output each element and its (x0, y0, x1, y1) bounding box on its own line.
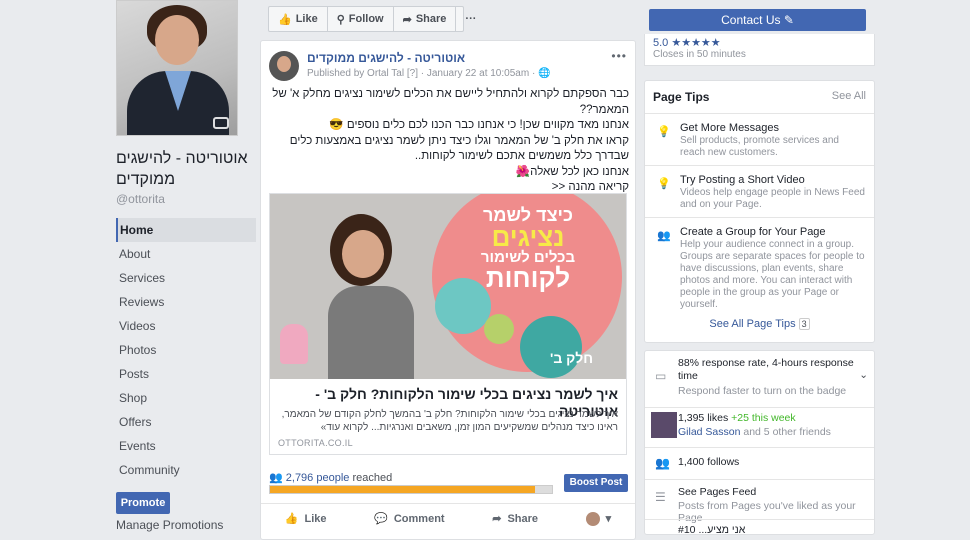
page-nav: Home About Services Reviews Videos Photo… (116, 218, 256, 482)
post-comment-button[interactable]: 💬 Comment (374, 512, 444, 526)
link-image[interactable]: כיצד לשמר נציגים בכלים לשימור לקוחות חלק… (270, 194, 626, 379)
nav-about[interactable]: About (116, 242, 256, 266)
camera-icon[interactable] (213, 117, 229, 129)
more-button[interactable]: ··· (456, 7, 485, 31)
post-meta: Published by Ortal Tal [?] · January 22 … (307, 68, 551, 79)
post-page-name[interactable]: אוטוריטה - להישגים ממוקדים (307, 51, 465, 65)
nav-reviews[interactable]: Reviews (116, 290, 256, 314)
page-tips-panel: Page Tips See All 💡 Get More Messages Se… (644, 80, 875, 343)
post-as-selector[interactable]: ▾ (585, 511, 612, 526)
group-icon: 👥 (657, 230, 671, 242)
page-title: אוטוריטה - להישגים ממוקדים (116, 150, 248, 188)
post-text: כבר הספקתם לקרוא ולהתחיל ליישם את הכלים … (272, 88, 629, 193)
post-actions: 👍 Like 💬 Comment ➦ Share ▾ (261, 503, 635, 533)
rating-score[interactable]: 5.0 ★★★★★ (653, 36, 721, 49)
see-all-link[interactable]: See All (832, 90, 866, 102)
lightbulb-icon: 💡 (657, 178, 671, 190)
link-preview[interactable]: כיצד לשמר נציגים בכלים לשימור לקוחות חלק… (269, 193, 627, 455)
nav-posts[interactable]: Posts (116, 362, 256, 386)
boost-post-button[interactable]: Boost Post (564, 474, 628, 492)
nav-home[interactable]: Home (116, 218, 256, 242)
cupcake-icon (280, 324, 308, 364)
feed-icon: ☰ (655, 490, 666, 504)
likes-row[interactable]: 1,395 likes +25 this week Gilad Sasson a… (645, 407, 874, 438)
thumbs-up-icon: 👍 (284, 513, 299, 525)
see-all-page-tips-link[interactable]: See All Page Tips 3 (645, 318, 874, 330)
share-icon: ➦ (402, 13, 412, 26)
post-options-button[interactable]: ••• (611, 49, 627, 63)
comment-icon: 💬 (374, 513, 388, 525)
avatar (585, 511, 600, 526)
lightbulb-icon: 💡 (657, 126, 671, 138)
post-share-button[interactable]: ➦ Share (492, 512, 538, 526)
message-icon: ▭ (655, 369, 667, 383)
reach-stats[interactable]: 👥 2,796 people reached (269, 471, 392, 484)
post-avatar[interactable] (269, 51, 299, 81)
tip-get-messages[interactable]: 💡 Get More Messages Sell products, promo… (645, 113, 874, 167)
nav-community[interactable]: Community (116, 458, 256, 482)
tip-short-video[interactable]: 💡 Try Posting a Short Video Videos help … (645, 165, 874, 219)
thumbs-up-icon: 👍 (278, 13, 292, 26)
link-domain: OTTORITA.CO.IL (278, 438, 353, 448)
page-handle[interactable]: @ottorita (116, 192, 256, 206)
promote-button[interactable]: Promote (116, 492, 170, 514)
nav-events[interactable]: Events (116, 434, 256, 458)
nav-offers[interactable]: Offers (116, 410, 256, 434)
nav-services[interactable]: Services (116, 266, 256, 290)
hours-status: Closes in 50 minutes (653, 49, 746, 60)
page-action-bar: 👍 Like ⚲ Follow ➦ Share ··· (268, 6, 476, 32)
follow-button[interactable]: ⚲ Follow (328, 7, 394, 31)
share-page-button[interactable]: ➦ Share (394, 7, 457, 31)
people-icon: 👥 (655, 456, 670, 470)
like-page-button[interactable]: 👍 Like (269, 7, 328, 31)
manage-promotions-link[interactable]: Manage Promotions (116, 518, 256, 532)
contact-us-button[interactable]: Contact Us ✎ (649, 9, 866, 31)
nav-videos[interactable]: Videos (116, 314, 256, 338)
share-icon: ➦ (492, 513, 502, 525)
left-column: אוטוריטה - להישגים ממוקדים @ottorita Hom… (116, 0, 256, 532)
post-card: אוטוריטה - להישגים ממוקדים Published by … (260, 40, 636, 540)
nav-photos[interactable]: Photos (116, 338, 256, 362)
pages-feed-row[interactable]: ☰ See Pages Feed Posts from Pages you've… (645, 479, 874, 524)
avatar (651, 412, 677, 438)
tip-create-group[interactable]: 👥 Create a Group for Your Page Help your… (645, 217, 874, 319)
chevron-down-icon: ▾ (605, 513, 612, 525)
rating-box: 5.0 ★★★★★ Closes in 50 minutes (644, 34, 875, 66)
chevron-down-icon[interactable]: ⌄ (859, 369, 868, 381)
page-stats-panel: ▭ 88% response rate, 4-hours response ti… (644, 350, 875, 536)
post-like-button[interactable]: 👍 Like (284, 512, 327, 526)
response-rate[interactable]: ▭ 88% response rate, 4-hours response ti… (645, 357, 874, 397)
rss-icon: ⚲ (336, 13, 345, 26)
follows-row[interactable]: 👥 1,400 follows (645, 447, 874, 470)
reach-bar (269, 485, 553, 494)
page-profile-photo[interactable] (116, 0, 238, 136)
page-tips-title: Page Tips (653, 90, 710, 104)
nav-shop[interactable]: Shop (116, 386, 256, 410)
link-description: איך לשמר נציגים בכלי שימור הלקוחות? חלק … (281, 409, 618, 433)
people-icon: 👥 (269, 472, 283, 484)
